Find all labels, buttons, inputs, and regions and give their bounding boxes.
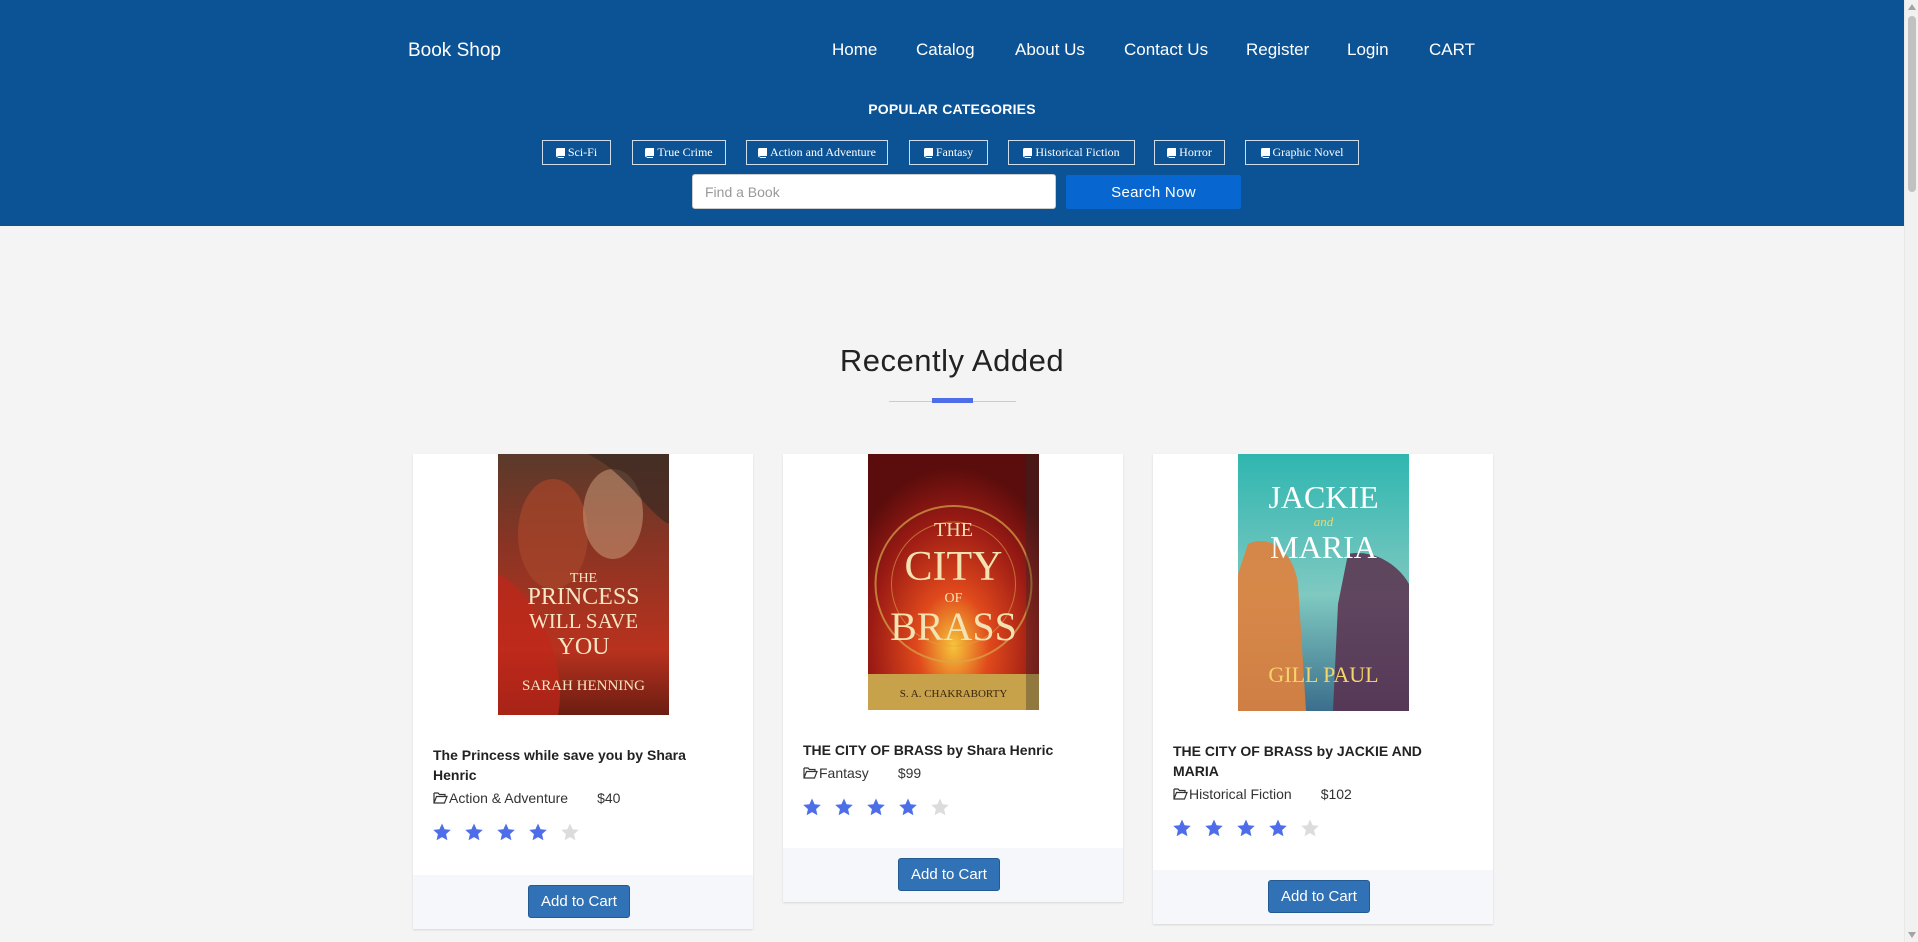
- scrollbar-thumb[interactable]: [1908, 16, 1916, 192]
- add-to-cart-button[interactable]: Add to Cart: [898, 858, 1000, 891]
- star-icon: [1173, 819, 1191, 837]
- star-icon: [433, 823, 451, 841]
- book-category: Action & Adventure: [449, 790, 569, 806]
- star-icon: [867, 798, 885, 816]
- book-cover-image[interactable]: THE CITY OF BRASS S. A. CHAKRABORTY: [868, 454, 1039, 710]
- book-icon: [1167, 147, 1177, 158]
- scroll-up-arrow-icon[interactable]: [1908, 4, 1916, 10]
- category-historical-fiction[interactable]: Historical Fiction: [1008, 140, 1135, 165]
- category-label: True Crime: [657, 145, 713, 159]
- card-footer: Add to Cart: [1153, 870, 1493, 924]
- star-rating: [432, 822, 580, 842]
- categories-title: POPULAR CATEGORIES: [868, 101, 1036, 117]
- book-title[interactable]: THE CITY OF BRASS by Shara Henric: [803, 740, 1093, 760]
- folder-open-icon: [1173, 788, 1188, 800]
- cover-title-line: MARIA: [1270, 529, 1377, 565]
- cover-author: GILL PAUL: [1268, 662, 1378, 687]
- scroll-down-arrow-icon[interactable]: [1908, 932, 1916, 938]
- star-icon: [835, 798, 853, 816]
- cover-title-line: and: [1314, 514, 1334, 529]
- add-to-cart-button[interactable]: Add to Cart: [1268, 880, 1370, 913]
- page-scrollbar[interactable]: [1904, 0, 1918, 942]
- book-icon: [645, 147, 655, 158]
- book-category: Fantasy: [819, 765, 869, 781]
- cover-title-line: JACKIE: [1268, 479, 1378, 515]
- book-title[interactable]: The Princess while save you by Shara Hen…: [433, 745, 723, 785]
- book-icon: [1023, 147, 1033, 158]
- site-header: Book Shop Home Catalog About Us Contact …: [0, 0, 1904, 226]
- book-price: $99: [897, 765, 922, 781]
- nav-cart[interactable]: CART: [1429, 40, 1475, 60]
- cover-title-line: BRASS: [890, 604, 1017, 649]
- search-input[interactable]: [692, 174, 1056, 209]
- book-icon: [1260, 147, 1270, 158]
- book-price: $102: [1320, 786, 1352, 802]
- book-category: Historical Fiction: [1189, 786, 1292, 802]
- category-sci-fi[interactable]: Sci-Fi: [542, 140, 611, 165]
- star-icon: [1205, 819, 1223, 837]
- star-icon: [931, 798, 949, 816]
- cover-title-line: WILL SAVE: [529, 609, 638, 633]
- section-title: Recently Added: [839, 343, 1065, 378]
- folder-open-icon: [433, 792, 448, 804]
- book-price: $40: [597, 790, 621, 806]
- nav-contact-us[interactable]: Contact Us: [1124, 40, 1208, 60]
- star-icon: [899, 798, 917, 816]
- star-rating: [1172, 818, 1320, 838]
- star-icon: [803, 798, 821, 816]
- category-graphic-novel[interactable]: Graphic Novel: [1245, 140, 1359, 165]
- category-fantasy[interactable]: Fantasy: [909, 140, 988, 165]
- nav-home[interactable]: Home: [832, 40, 877, 60]
- book-meta: Action & Adventure $40: [433, 790, 620, 806]
- book-card: THE PRINCESS WILL SAVE YOU SARAH HENNING…: [413, 454, 753, 929]
- star-rating: [802, 797, 950, 817]
- category-action-and-adventure[interactable]: Action and Adventure: [746, 140, 888, 165]
- nav-login[interactable]: Login: [1347, 40, 1389, 60]
- cover-title-line: YOU: [558, 634, 610, 660]
- nav-about-us[interactable]: About Us: [1015, 40, 1085, 60]
- star-icon: [497, 823, 515, 841]
- category-label: Horror: [1179, 145, 1212, 159]
- star-icon: [465, 823, 483, 841]
- book-cover-image[interactable]: JACKIE and MARIA GILL PAUL: [1238, 454, 1409, 711]
- star-icon: [529, 823, 547, 841]
- nav-register[interactable]: Register: [1246, 40, 1309, 60]
- cover-author: S. A. CHAKRABORTY: [900, 688, 1008, 700]
- star-icon: [1269, 819, 1287, 837]
- cover-title-line: PRINCESS: [527, 584, 639, 610]
- star-icon: [1237, 819, 1255, 837]
- category-label: Graphic Novel: [1272, 145, 1344, 159]
- book-icon: [923, 147, 933, 158]
- category-label: Fantasy: [935, 145, 974, 159]
- folder-open-icon: [803, 767, 818, 779]
- book-card: JACKIE and MARIA GILL PAUL THE CITY OF B…: [1153, 454, 1493, 924]
- category-true-crime[interactable]: True Crime: [632, 140, 726, 165]
- star-icon: [1301, 819, 1319, 837]
- cover-author: SARAH HENNING: [522, 678, 645, 694]
- category-label: Action and Adventure: [770, 145, 876, 159]
- card-footer: Add to Cart: [413, 875, 753, 929]
- cover-title-line: CITY: [905, 544, 1003, 590]
- title-divider-accent: [932, 398, 973, 403]
- book-icon: [758, 147, 767, 158]
- nav-catalog[interactable]: Catalog: [916, 40, 975, 60]
- category-label: Historical Fiction: [1035, 145, 1120, 159]
- category-horror[interactable]: Horror: [1154, 140, 1225, 165]
- add-to-cart-button[interactable]: Add to Cart: [528, 885, 630, 918]
- book-meta: Historical Fiction $102: [1173, 786, 1352, 802]
- book-card: THE CITY OF BRASS S. A. CHAKRABORTY THE …: [783, 454, 1123, 902]
- card-footer: Add to Cart: [783, 848, 1123, 902]
- category-label: Sci-Fi: [567, 145, 598, 159]
- book-icon: [555, 147, 565, 158]
- book-meta: Fantasy $99: [803, 765, 921, 781]
- book-title[interactable]: THE CITY OF BRASS by JACKIE AND MARIA: [1173, 741, 1463, 781]
- search-now-button[interactable]: Search Now: [1066, 175, 1241, 209]
- main-nav: Home Catalog About Us Contact Us Registe…: [0, 40, 1904, 62]
- book-cover-image[interactable]: THE PRINCESS WILL SAVE YOU SARAH HENNING: [498, 454, 669, 715]
- cover-title-line: THE: [934, 519, 973, 541]
- star-icon: [561, 823, 579, 841]
